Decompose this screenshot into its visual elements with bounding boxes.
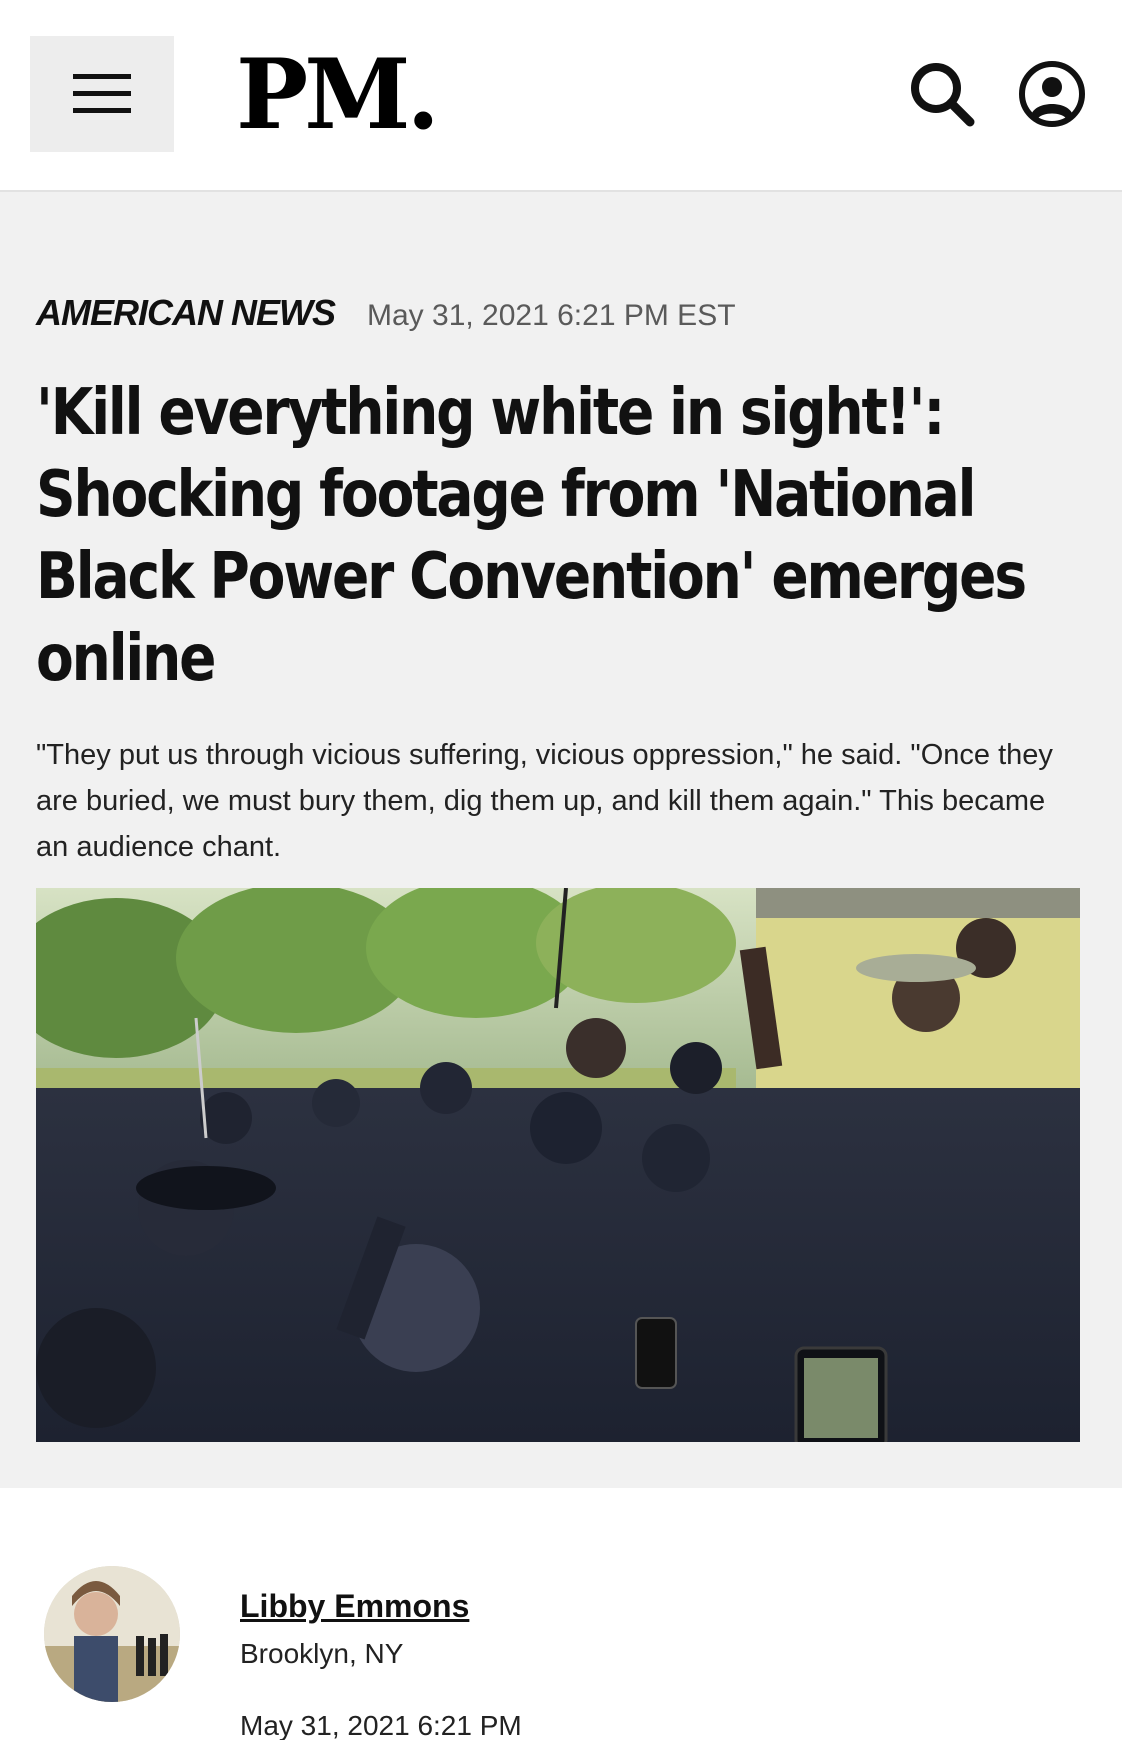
- article-meta: AMERICAN NEWS May 31, 2021 6:21 PM EST: [36, 292, 736, 334]
- site-header: PM.: [0, 0, 1122, 192]
- article-headline: 'Kill everything white in sight!': Shock…: [36, 376, 1027, 696]
- author-date: May 31, 2021 6:21 PM: [240, 1710, 522, 1740]
- article-header: AMERICAN NEWS May 31, 2021 6:21 PM EST '…: [0, 192, 1122, 1488]
- crowd-photo-illustration: [36, 888, 1080, 1442]
- author-location: Brooklyn, NY: [240, 1638, 404, 1669]
- user-account-icon: [1019, 61, 1085, 127]
- menu-button[interactable]: [30, 36, 174, 152]
- article-hero-image[interactable]: [36, 888, 1080, 1442]
- hamburger-menu-icon: [73, 74, 131, 113]
- author-avatar[interactable]: [44, 1566, 180, 1702]
- author-byline: Libby Emmons Brooklyn, NY May 31, 2021 6…: [0, 1488, 1122, 1740]
- account-button[interactable]: [1016, 58, 1088, 130]
- author-photo-illustration: [44, 1566, 180, 1702]
- article-category-link[interactable]: AMERICAN NEWS: [36, 292, 336, 334]
- article-publish-date: May 31, 2021 6:21 PM EST: [367, 299, 736, 332]
- author-name-link[interactable]: Libby Emmons: [240, 1588, 469, 1625]
- search-button[interactable]: [906, 58, 978, 130]
- site-logo[interactable]: PM.: [236, 40, 440, 150]
- article-dek: "They put us through vicious suffering, …: [36, 739, 1053, 863]
- search-icon: [911, 63, 975, 127]
